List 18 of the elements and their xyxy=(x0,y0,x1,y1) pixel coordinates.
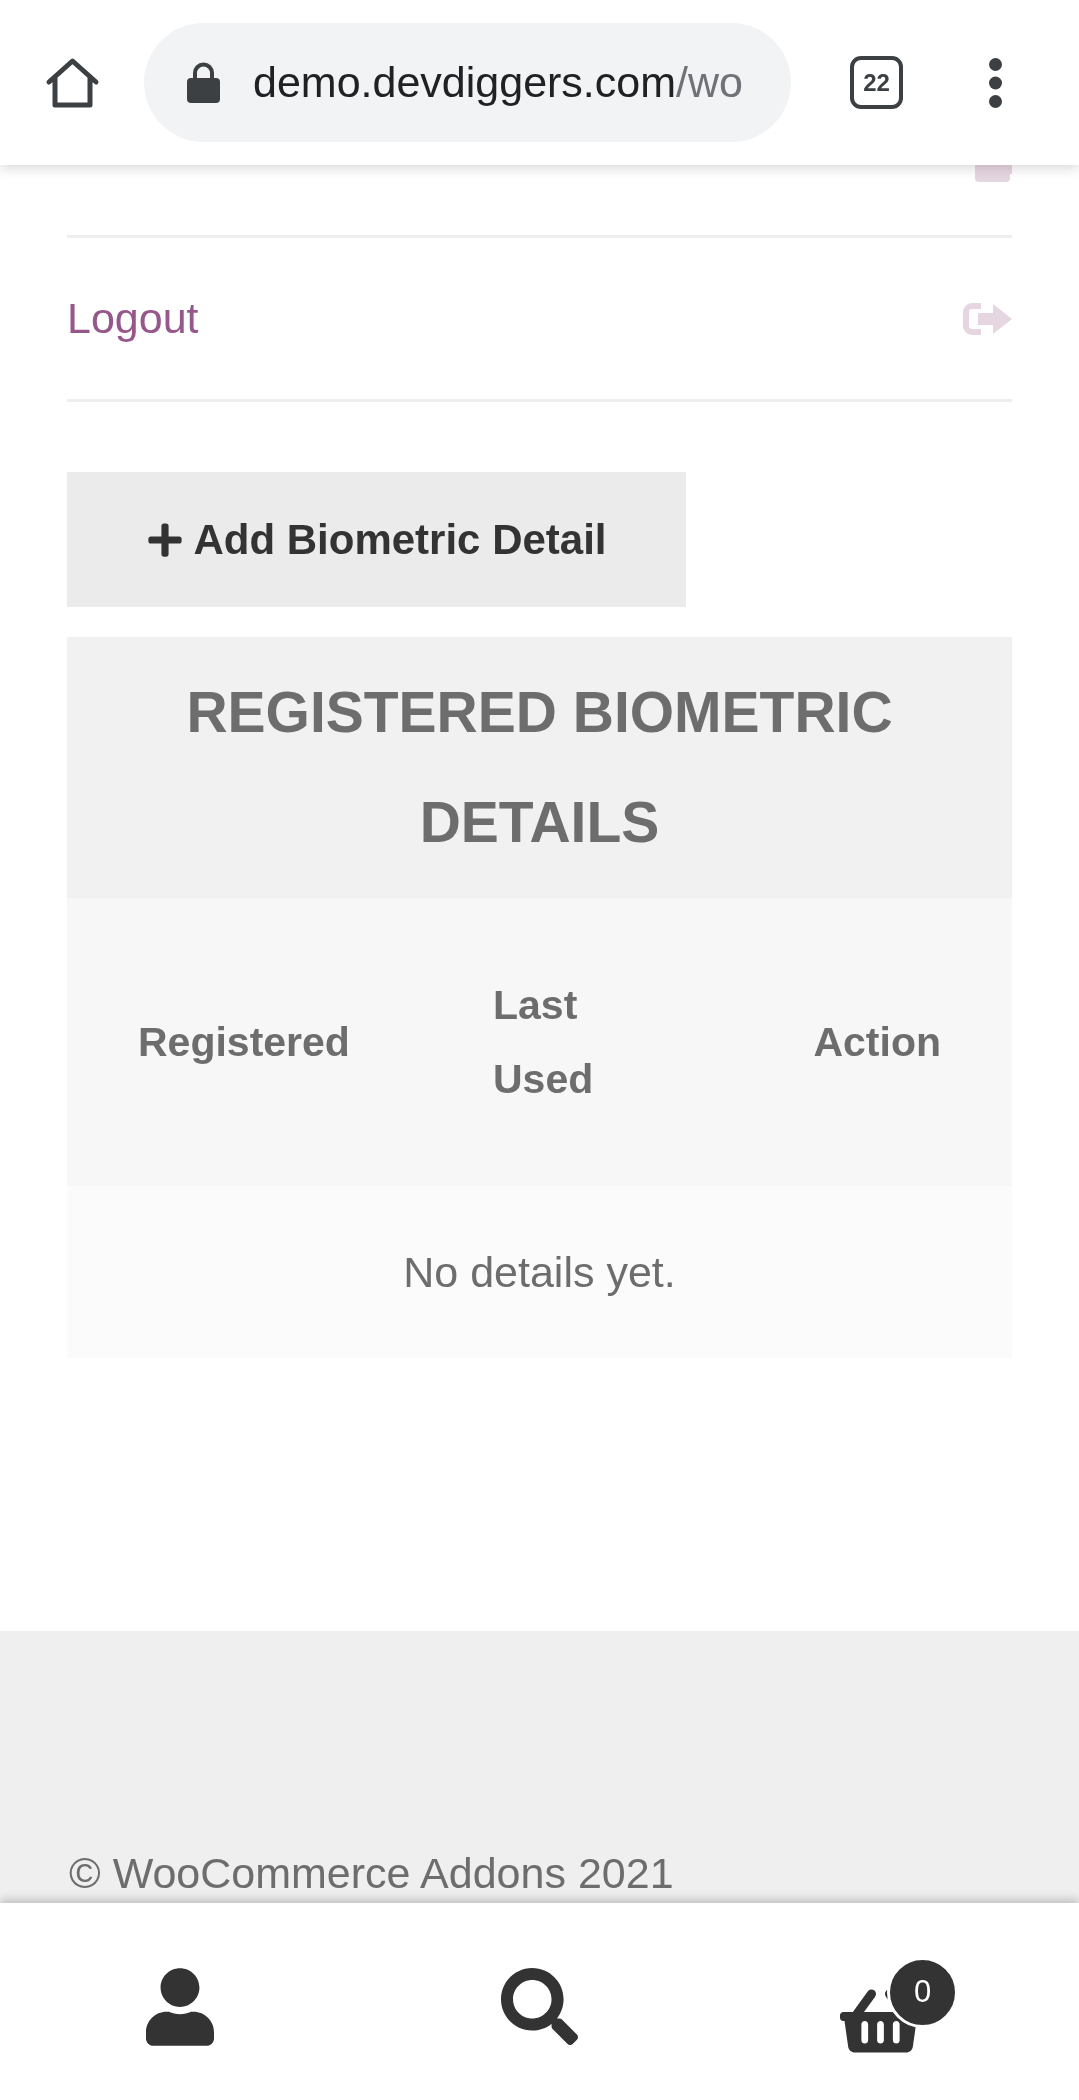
add-biometric-button[interactable]: Add Biometric Detail xyxy=(67,472,686,607)
copyright-text: © WooCommerce Addons 2021 xyxy=(69,1849,674,1897)
address-bar[interactable]: demo.devdiggers.com/wo xyxy=(144,23,791,142)
logout-icon xyxy=(963,302,1012,335)
tab-count-button[interactable]: 22 xyxy=(850,56,903,109)
column-header: Registered xyxy=(138,1018,350,1067)
user-icon[interactable] xyxy=(145,1967,214,2046)
column-header: Action xyxy=(813,1018,941,1067)
account-menu-link[interactable]: Logout xyxy=(67,238,1012,402)
search-icon[interactable] xyxy=(501,1968,578,2045)
column-header: Last Used xyxy=(493,981,594,1104)
url-text: demo.devdiggers.com/wo xyxy=(253,58,743,107)
table-title: REGISTERED BIOMETRIC DETAILS xyxy=(67,637,1012,898)
empty-table-message: No details yet. xyxy=(403,1247,676,1297)
lock-icon xyxy=(187,62,220,103)
menu-icon[interactable] xyxy=(989,57,1002,108)
home-icon[interactable] xyxy=(45,56,100,109)
plus-icon xyxy=(146,520,185,559)
